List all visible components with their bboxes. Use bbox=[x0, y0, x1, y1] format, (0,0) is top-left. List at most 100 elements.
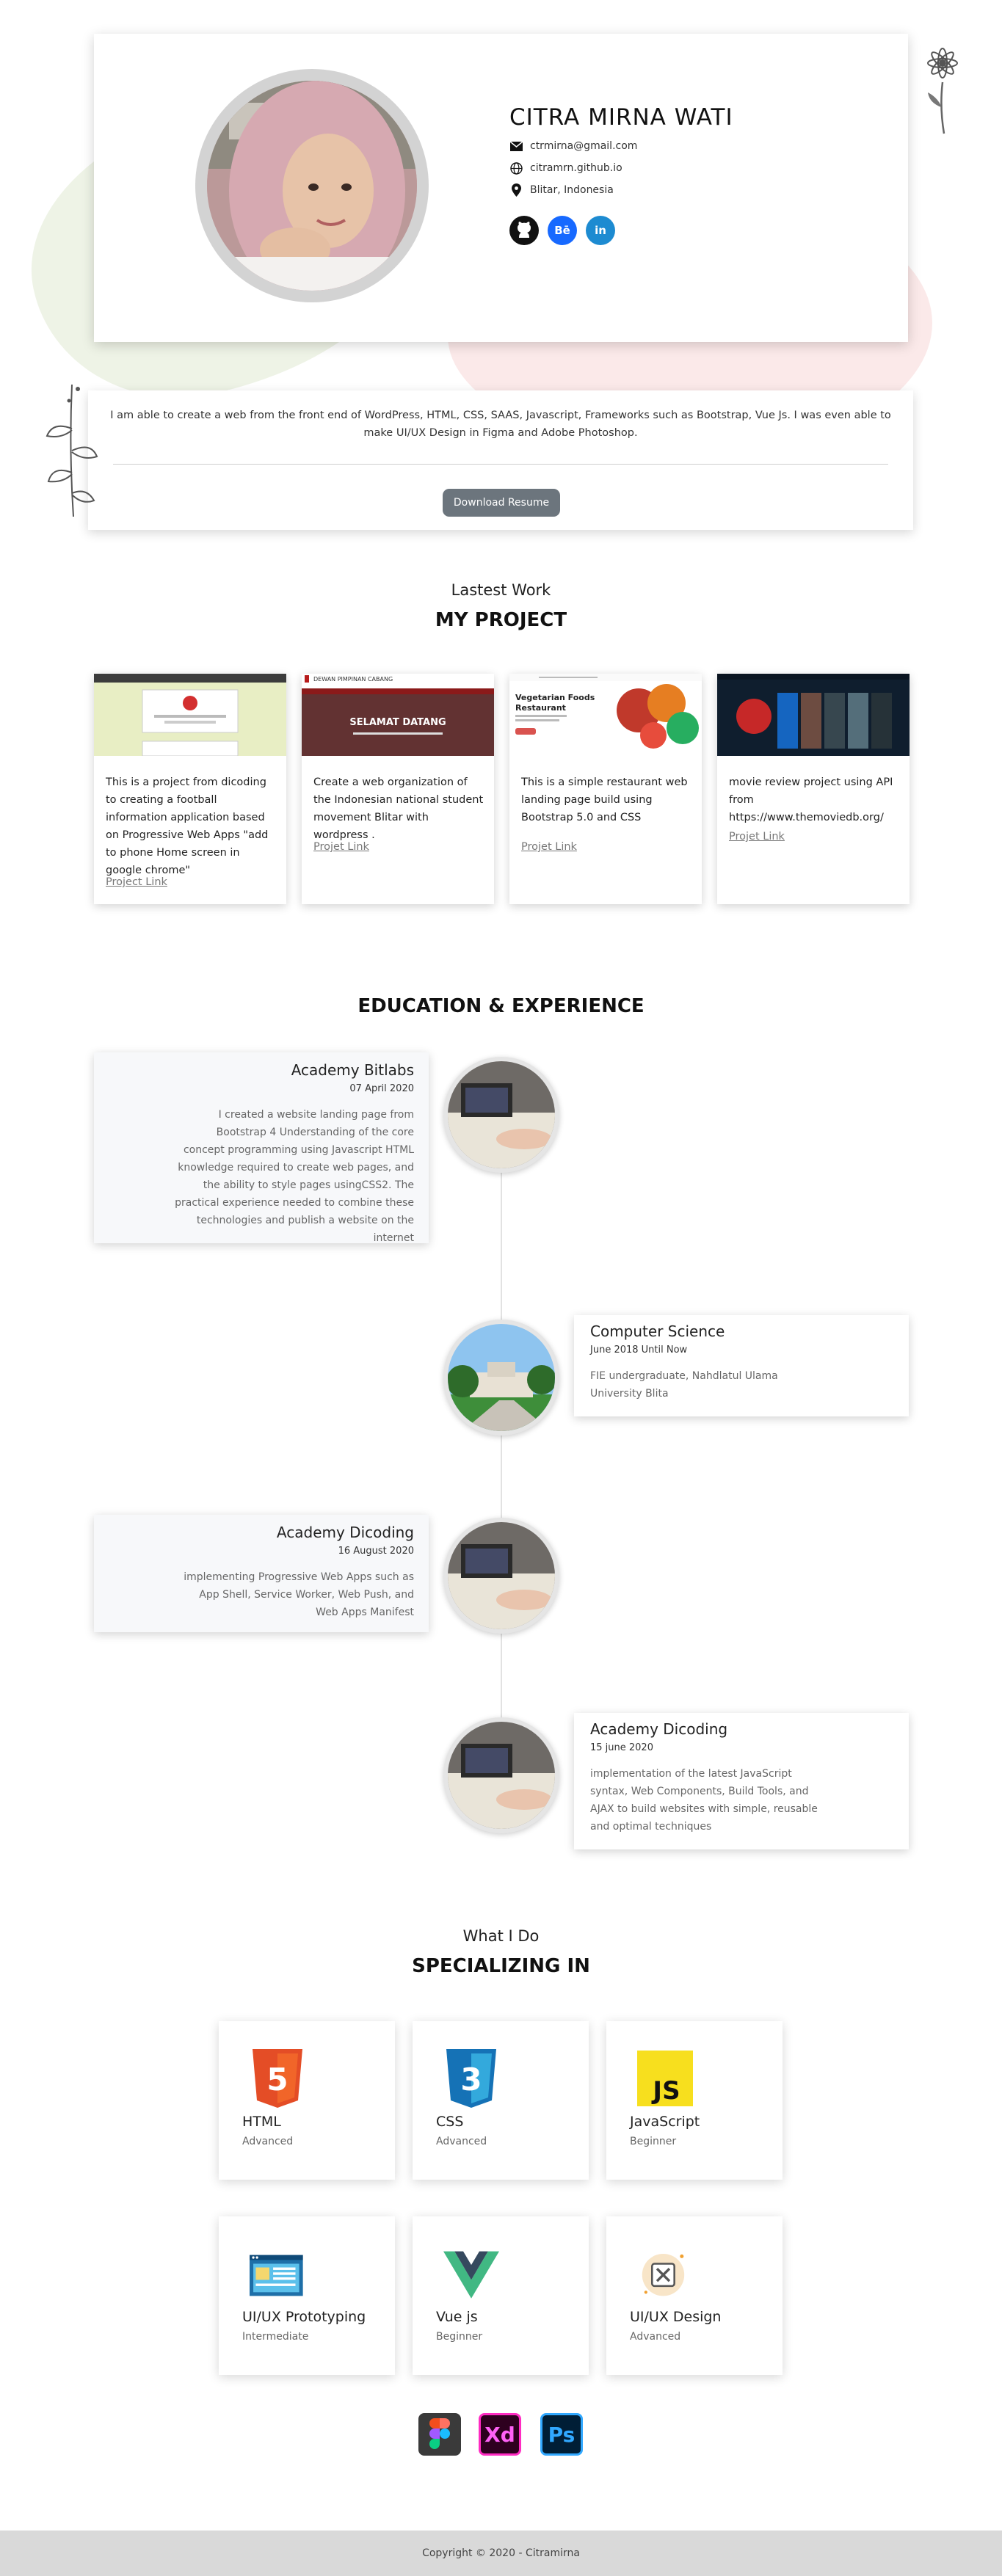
photoshop-icon: Ps bbox=[540, 2413, 583, 2456]
behance-label: Bē bbox=[554, 224, 570, 237]
globe-icon bbox=[509, 161, 523, 175]
divider bbox=[113, 464, 888, 465]
email-row: ctrmirna@gmail.com bbox=[509, 139, 637, 153]
timeline-item-title: Academy Dicoding bbox=[590, 1720, 728, 1738]
skill-name: JavaScript bbox=[630, 2114, 700, 2130]
timeline-line bbox=[501, 1116, 502, 1820]
javascript-icon: JS bbox=[637, 2051, 693, 2106]
skill-level: Advanced bbox=[436, 2136, 487, 2147]
portfolio-page: CITRA MIRNA WATI ctrmirna@gmail.com citr… bbox=[0, 0, 1002, 2576]
skill-card: Vue js Beginner bbox=[413, 2216, 589, 2375]
map-pin-icon bbox=[509, 183, 523, 197]
project-link[interactable]: Projet Link bbox=[313, 841, 369, 853]
profile-name: CITRA MIRNA WATI bbox=[509, 104, 733, 131]
figma-icon bbox=[418, 2413, 461, 2456]
project-thumbnail: Vegetarian Foods Restaurant bbox=[509, 674, 702, 756]
thumb-banner-text: SELAMAT DATANG bbox=[349, 717, 446, 728]
skill-card: 5 HTML Advanced bbox=[219, 2021, 395, 2180]
skill-level: Advanced bbox=[630, 2331, 681, 2343]
project-link[interactable]: Projet Link bbox=[729, 831, 785, 843]
uiux-design-icon bbox=[642, 2253, 685, 2296]
website-row: citramrn.github.io bbox=[509, 161, 622, 175]
timeline-item-title: Computer Science bbox=[590, 1322, 725, 1340]
timeline-item-body: I created a website landing page from Bo… bbox=[175, 1109, 414, 1244]
timeline-item: Computer Science June 2018 Until Now FIE… bbox=[574, 1315, 909, 1416]
timeline-photo bbox=[443, 1717, 559, 1833]
download-resume-button[interactable]: Download Resume bbox=[443, 489, 560, 517]
timeline-photo bbox=[443, 1057, 559, 1173]
skill-level: Advanced bbox=[242, 2136, 294, 2147]
envelope-icon bbox=[509, 139, 523, 153]
skill-card: JS JavaScript Beginner bbox=[606, 2021, 783, 2180]
html5-icon: 5 bbox=[253, 2049, 302, 2108]
skill-level: Beginner bbox=[436, 2331, 483, 2343]
linkedin-icon[interactable]: in bbox=[586, 216, 615, 245]
skill-card: UI/UX Prototyping Intermediate bbox=[219, 2216, 395, 2375]
projects-title: MY PROJECT bbox=[435, 609, 567, 631]
project-card: DEWAN PIMPINAN CABANG SELAMAT DATANG Cre… bbox=[302, 674, 494, 904]
avatar bbox=[195, 69, 429, 302]
css3-icon: 3 bbox=[446, 2049, 496, 2108]
flower-decoration-icon bbox=[927, 48, 958, 134]
skill-name: HTML bbox=[242, 2114, 281, 2130]
skill-name: CSS bbox=[436, 2114, 464, 2130]
timeline-item-title: Academy Bitlabs bbox=[291, 1061, 414, 1079]
project-description: This is a simple restaurant web landing … bbox=[521, 776, 688, 823]
timeline-item-body: FIE undergraduate, Nahdlatul Ulama Unive… bbox=[590, 1370, 778, 1400]
skill-name: UI/UX Design bbox=[630, 2309, 722, 2325]
about-text: I am able to create a web from the front… bbox=[110, 410, 891, 439]
linkedin-label: in bbox=[595, 224, 606, 237]
timeline-item: Academy Bitlabs 07 April 2020 I created … bbox=[94, 1052, 429, 1244]
photoshop-label: Ps bbox=[548, 2422, 576, 2447]
vuejs-icon bbox=[443, 2251, 499, 2299]
social-links: Bē in bbox=[509, 216, 615, 245]
timeline-item-date: 15 june 2020 bbox=[590, 1742, 653, 1753]
github-icon[interactable] bbox=[509, 216, 539, 245]
adobe-xd-icon: Xd bbox=[479, 2413, 521, 2456]
thumb-header-text: DEWAN PIMPINAN CABANG bbox=[313, 676, 393, 683]
timeline-photo bbox=[443, 1518, 559, 1634]
skill-level: Intermediate bbox=[242, 2331, 309, 2343]
project-thumbnail: DEWAN PIMPINAN CABANG SELAMAT DATANG bbox=[302, 674, 494, 756]
skill-card: UI/UX Design Advanced bbox=[606, 2216, 783, 2375]
behance-icon[interactable]: Bē bbox=[548, 216, 577, 245]
about-card: I am able to create a web from the front… bbox=[88, 390, 913, 530]
timeline-title: EDUCATION & EXPERIENCE bbox=[357, 995, 645, 1017]
project-link[interactable]: Project Link bbox=[106, 876, 167, 888]
skill-name: UI/UX Prototyping bbox=[242, 2309, 366, 2325]
footer: Copyright © 2020 - Citramirna bbox=[0, 2530, 1002, 2576]
html5-glyph: 5 bbox=[266, 2062, 288, 2097]
adobe-xd-label: Xd bbox=[484, 2422, 515, 2447]
profile-photo bbox=[207, 81, 417, 291]
skills-subtitle: What I Do bbox=[462, 1927, 540, 1945]
leaf-decoration-icon bbox=[46, 385, 98, 517]
project-description: movie review project using API from http… bbox=[729, 776, 893, 823]
timeline-photo bbox=[443, 1320, 559, 1436]
project-description: Create a web organization of the Indones… bbox=[313, 776, 484, 841]
javascript-glyph: JS bbox=[651, 2076, 680, 2106]
location-row: Blitar, Indonesia bbox=[509, 183, 614, 197]
project-thumbnail bbox=[94, 674, 286, 756]
profile-card: CITRA MIRNA WATI ctrmirna@gmail.com citr… bbox=[94, 34, 908, 342]
css3-glyph: 3 bbox=[460, 2062, 482, 2097]
project-card: Vegetarian Foods Restaurant This is a sim… bbox=[509, 674, 702, 904]
project-link[interactable]: Projet Link bbox=[521, 841, 577, 853]
website-text[interactable]: citramrn.github.io bbox=[530, 162, 622, 174]
project-card: movie review project using API from http… bbox=[717, 674, 910, 904]
skills-title: SPECIALIZING IN bbox=[412, 1955, 590, 1977]
timeline-item-body: implementing Progressive Web Apps such a… bbox=[184, 1571, 414, 1618]
project-card: This is a project from dicoding to creat… bbox=[94, 674, 286, 904]
timeline-item-title: Academy Dicoding bbox=[276, 1524, 414, 1541]
skill-level: Beginner bbox=[630, 2136, 677, 2147]
prototyping-icon bbox=[250, 2255, 303, 2296]
copyright-text: Copyright © 2020 - Citramirna bbox=[422, 2547, 580, 2559]
timeline-item: Academy Dicoding 16 August 2020 implemen… bbox=[94, 1515, 429, 1632]
skill-name: Vue js bbox=[436, 2309, 478, 2325]
timeline-item-date: 16 August 2020 bbox=[338, 1546, 414, 1557]
timeline-item-body: implementation of the latest JavaScript … bbox=[590, 1768, 818, 1833]
timeline-item-date: 07 April 2020 bbox=[349, 1083, 414, 1094]
skill-card: 3 CSS Advanced bbox=[413, 2021, 589, 2180]
email-text[interactable]: ctrmirna@gmail.com bbox=[530, 140, 637, 152]
timeline-item: Academy Dicoding 15 june 2020 implementa… bbox=[574, 1713, 909, 1849]
timeline-item-date: June 2018 Until Now bbox=[590, 1345, 688, 1356]
